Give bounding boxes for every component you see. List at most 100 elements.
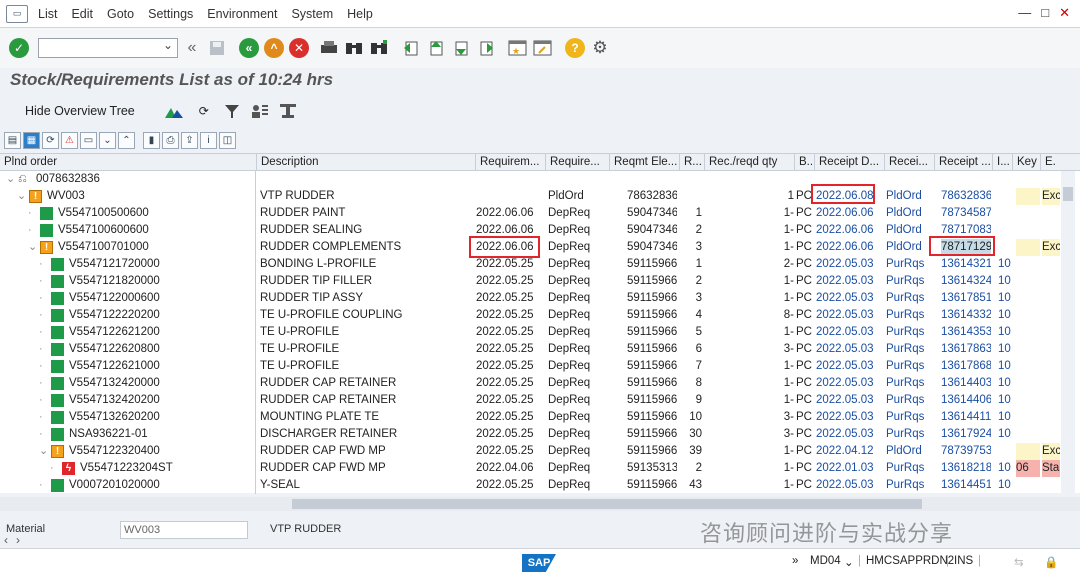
table-row[interactable]: · V5547122620800 TE U-PROFILE 2022.05.25 Dep… xyxy=(0,341,1060,358)
cell-recel[interactable]: PldOrd xyxy=(886,443,932,460)
col-reqmt-element-no[interactable]: Reqmt Ele... xyxy=(609,154,679,171)
tree-dot[interactable]: · xyxy=(39,409,43,426)
table-row[interactable]: · V5547122220200 TE U-PROFILE COUPLING 2022… xyxy=(0,307,1060,324)
col-key[interactable]: Key xyxy=(1012,154,1040,171)
tree-node[interactable]: · V5547100600600 xyxy=(0,222,256,239)
cell-i[interactable]: 10 xyxy=(998,460,1012,477)
menu-help[interactable]: Help xyxy=(347,7,373,21)
cell-recno[interactable]: 78734587 xyxy=(941,205,991,222)
grid-exception-icon[interactable]: ⚠ xyxy=(61,131,78,149)
status-expand-icon[interactable]: » xyxy=(792,555,798,567)
cell-recno[interactable]: 13614411 xyxy=(941,409,991,426)
table-row[interactable]: · V5547122621000 TE U-PROFILE 2022.05.25 Dep… xyxy=(0,358,1060,375)
shortcut-icon[interactable] xyxy=(532,37,554,59)
grid-details-icon[interactable]: ▤ xyxy=(4,131,21,149)
cell-recdate[interactable]: 2022.05.03 xyxy=(816,341,882,358)
grid-expand-icon[interactable]: ⌄ xyxy=(99,131,116,149)
tree-dot[interactable]: · xyxy=(39,375,43,392)
table-row[interactable]: · V5547121820000 RUDDER TIP FILLER 2022.05.… xyxy=(0,273,1060,290)
tree-node[interactable]: · V5547122620800 xyxy=(0,341,256,358)
sap-window-icon[interactable]: ▭ xyxy=(6,4,28,23)
vertical-scroll-thumb[interactable] xyxy=(1063,187,1073,201)
tree-dot[interactable]: · xyxy=(50,460,54,477)
first-page-icon[interactable] xyxy=(400,37,422,59)
cell-recno[interactable] xyxy=(941,171,991,188)
vertical-scrollbar[interactable] xyxy=(1061,171,1075,494)
cell-recdate[interactable]: 2022.06.06 xyxy=(816,222,882,239)
col-receipt-date[interactable]: Receipt D... xyxy=(814,154,884,171)
menu-system[interactable]: System xyxy=(291,7,333,21)
cell-i[interactable]: 10 xyxy=(998,341,1012,358)
col-receipt-element[interactable]: Recei... xyxy=(884,154,934,171)
refresh-icon[interactable]: ⟳ xyxy=(193,100,215,122)
cell-recno[interactable]: 13614403 xyxy=(941,375,991,392)
col-e[interactable]: E. xyxy=(1040,154,1061,171)
tree-dot[interactable]: · xyxy=(39,392,43,409)
hide-overview-tree-button[interactable]: Hide Overview Tree xyxy=(25,104,135,118)
tree-dot[interactable]: · xyxy=(39,477,43,494)
cell-i[interactable]: 10 xyxy=(998,477,1012,494)
cell-recno[interactable]: 13614451 xyxy=(941,477,991,494)
cell-recel[interactable]: PurRqs xyxy=(886,307,932,324)
cell-recel[interactable]: PldOrd xyxy=(886,188,932,205)
material-field[interactable]: WV003 xyxy=(120,521,248,539)
tree-node[interactable]: ⌄! V5547122320400 xyxy=(0,443,256,460)
cell-recel[interactable]: PurRqs xyxy=(886,409,932,426)
create-session-icon[interactable]: ★ xyxy=(507,37,529,59)
cell-recel[interactable]: PurRqs xyxy=(886,324,932,341)
cell-recno[interactable]: 13618218 xyxy=(941,460,991,477)
cell-recno[interactable]: 13614332 xyxy=(941,307,991,324)
enter-icon[interactable]: ✓ xyxy=(8,37,30,59)
table-row[interactable]: · V5547122621200 TE U-PROFILE 2022.05.25 Dep… xyxy=(0,324,1060,341)
tree-node[interactable]: · V5547122621200 xyxy=(0,324,256,341)
table-row[interactable]: · V0007201020000 Y-SEAL 2022.05.25 DepReq 591… xyxy=(0,477,1060,494)
table-row[interactable]: · NSA936221-01 DISCHARGER RETAINER 2022.05.… xyxy=(0,426,1060,443)
close-window-icon[interactable]: ✕ xyxy=(1059,5,1070,21)
tree-node[interactable]: · V5547122220200 xyxy=(0,307,256,324)
cell-recdate[interactable]: 2022.05.03 xyxy=(816,392,882,409)
cancel-icon[interactable]: ✕ xyxy=(288,37,310,59)
cell-recno[interactable]: 13614321 xyxy=(941,256,991,273)
find-next-icon[interactable] xyxy=(368,37,390,59)
cell-recdate[interactable]: 2022.05.03 xyxy=(816,358,882,375)
table-row[interactable]: ⌄! WV003 VTP RUDDER PldOrd 78632836 1 PC 2022.0… xyxy=(0,188,1060,205)
cell-recno[interactable]: 13617868 xyxy=(941,358,991,375)
tree-node[interactable]: · V5547132620200 xyxy=(0,409,256,426)
table-row[interactable]: · V5547132420000 RUDDER CAP RETAINER 2022.0… xyxy=(0,375,1060,392)
double-left-icon[interactable]: « xyxy=(181,37,203,59)
expand-chevron-icon[interactable]: ⌄ xyxy=(39,443,48,460)
cell-recdate[interactable]: 2022.05.03 xyxy=(816,307,882,324)
menu-goto[interactable]: Goto xyxy=(107,7,134,21)
tree-node[interactable]: ⌄! WV003 xyxy=(0,188,256,205)
tree-dot[interactable]: · xyxy=(28,222,32,239)
help-icon[interactable]: ? xyxy=(564,37,586,59)
col-plnd-order[interactable]: Plnd order xyxy=(0,154,256,171)
cell-recel[interactable]: PurRqs xyxy=(886,358,932,375)
collapse-icon[interactable] xyxy=(277,100,299,122)
chevron-down-icon[interactable]: ⌄ xyxy=(844,555,854,569)
cell-i[interactable]: 10 xyxy=(998,426,1012,443)
cell-i[interactable]: 10 xyxy=(998,273,1012,290)
cell-recel[interactable]: PurRqs xyxy=(886,273,932,290)
cell-i[interactable]: 10 xyxy=(998,256,1012,273)
cell-recdate[interactable]: 2022.06.06 xyxy=(816,239,882,256)
cell-recel[interactable]: PurRqs xyxy=(886,426,932,443)
cell-recdate[interactable]: 2022.05.03 xyxy=(816,375,882,392)
cell-i[interactable] xyxy=(998,188,1012,205)
menu-settings[interactable]: Settings xyxy=(148,7,193,21)
grid-collapse-icon[interactable]: ⌃ xyxy=(118,131,135,149)
previous-page-icon[interactable] xyxy=(425,37,447,59)
filter-icon[interactable] xyxy=(221,100,243,122)
cell-i[interactable] xyxy=(998,239,1012,256)
col-receipt-no[interactable]: Receipt ... xyxy=(934,154,992,171)
scroll-right-icon[interactable]: › xyxy=(16,533,20,547)
user-list-icon[interactable] xyxy=(249,100,271,122)
lock-icon[interactable]: 🔒 xyxy=(1044,555,1058,569)
cell-i[interactable] xyxy=(998,222,1012,239)
cell-recel[interactable]: PldOrd xyxy=(886,239,932,256)
expand-chevron-icon[interactable]: ⌄ xyxy=(28,239,37,256)
col-i[interactable]: I... xyxy=(992,154,1012,171)
tree-node[interactable]: · ϟ V55471223204ST xyxy=(0,460,256,477)
expand-chevron-icon[interactable]: ⌄ xyxy=(6,171,15,188)
cell-recel[interactable]: PurRqs xyxy=(886,341,932,358)
